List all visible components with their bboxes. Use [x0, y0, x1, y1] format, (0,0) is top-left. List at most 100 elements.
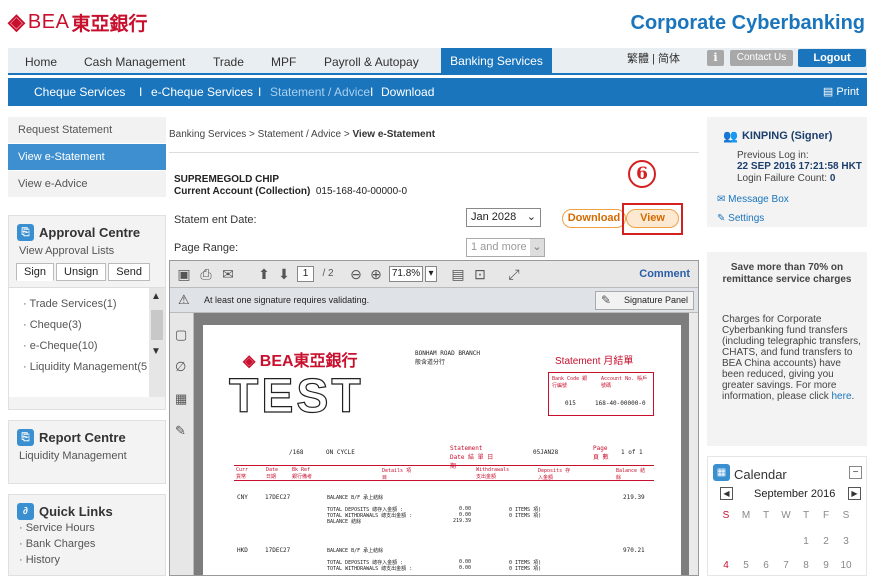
download-button[interactable]: Download [562, 209, 626, 228]
minimize-icon[interactable]: − [849, 466, 862, 479]
row-withdrawal: 219.39 [453, 518, 472, 524]
page-range-select[interactable]: 1 and more ⌄ [466, 238, 545, 257]
calendar-day[interactable]: 7 [777, 560, 795, 571]
account-number: 015-168-40-00000-0 [315, 186, 408, 197]
calendar-icon: ▦ [713, 464, 730, 481]
calendar-day[interactable]: 10 [837, 560, 855, 571]
previous-page-icon[interactable]: ⬆ [256, 266, 272, 282]
test-watermark: TEST [228, 369, 364, 423]
next-month-icon[interactable]: ▶ [848, 487, 861, 500]
nav-cash-management[interactable]: Cash Management [84, 55, 185, 69]
calendar-day[interactable]: 8 [797, 560, 815, 571]
tab-sign[interactable]: Sign [16, 263, 55, 281]
calendar-day[interactable]: 2 [817, 536, 835, 547]
subnav-statement-advice[interactable]: Statement / Advice [270, 85, 370, 99]
calendar-day[interactable]: 5 [737, 560, 755, 571]
list-item[interactable]: · Cheque(3) [9, 315, 165, 336]
row-detail: BALANCE 結餘 [327, 519, 362, 525]
settings-link[interactable]: ✎ Settings [717, 213, 764, 224]
login-failure-label: Login Failure Count: [737, 173, 828, 184]
attachment-icon[interactable]: ∅ [175, 359, 186, 375]
wrench-icon: ✎ [717, 213, 729, 224]
nav-payroll-autopay[interactable]: Payroll & Autopay [324, 55, 419, 69]
quick-link-history[interactable]: · History [9, 552, 165, 568]
print-icon[interactable]: ⎙ [198, 266, 214, 282]
comment-button[interactable]: Comment [639, 268, 690, 280]
nav-mpf[interactable]: MPF [271, 55, 296, 69]
pdf-viewer[interactable]: ▣ ⎙ ✉ ⬆ ⬇ 1 / 2 ⊖ ⊕ 71.8% ▾ ▤ ⊡ ⤢ Commen… [169, 260, 699, 576]
message-box-link[interactable]: ✉ Message Box [717, 194, 789, 205]
quick-link-service-hours[interactable]: · Service Hours [9, 520, 165, 536]
page-range-label: Page Range: [174, 242, 239, 254]
leftnav-request-statement[interactable]: Request Statement [8, 117, 166, 144]
page-number-input[interactable]: 1 [297, 266, 314, 282]
print-link[interactable]: ▤ Print [823, 85, 859, 98]
leftnav-view-e-statement[interactable]: View e-Statement [8, 144, 166, 171]
pdf-page: ◈ BEA東亞銀行 TEST BONHAM ROAD BRANCH 般含道分行 … [203, 325, 681, 575]
fullscreen-icon[interactable]: ⤢ [506, 266, 522, 282]
statement-date-select[interactable]: Jan 2028 ⌄ [466, 208, 541, 227]
logout-button[interactable]: Logout [798, 49, 866, 67]
pages-icon[interactable]: ▢ [175, 327, 187, 343]
leftnav-view-e-advice[interactable]: View e-Advice [8, 171, 166, 198]
account-type: Current Account (Collection) [174, 186, 311, 197]
calendar-day[interactable]: 9 [817, 560, 835, 571]
calendar-day[interactable]: 3 [837, 536, 855, 547]
calendar-day[interactable]: 4 [717, 560, 735, 571]
quick-link-bank-charges[interactable]: · Bank Charges [9, 536, 165, 552]
nav-banking-services[interactable]: Banking Services [441, 48, 552, 75]
chevron-down-icon: ⌄ [526, 211, 536, 223]
zoom-dropdown-icon[interactable]: ▾ [425, 266, 437, 282]
promo-here-link[interactable]: here [832, 391, 852, 402]
subnav-cheque-services[interactable]: Cheque Services [34, 85, 125, 99]
quick-links-title: Quick Links [39, 504, 113, 519]
zoom-out-icon[interactable]: ⊖ [348, 266, 364, 282]
calendar-day[interactable]: 1 [797, 536, 815, 547]
nav-home[interactable]: Home [25, 55, 57, 69]
signatures-icon[interactable]: ✎ [175, 423, 186, 439]
scroll-up-icon[interactable]: ▲ [151, 291, 161, 302]
language-switch[interactable]: 繁體 | 简体 [627, 50, 680, 66]
signature-panel-button[interactable]: ✎ Signature Panel [595, 291, 694, 310]
sub-navigation: Cheque Services I e-Cheque Services I St… [8, 78, 867, 106]
user-icon: 👥 [723, 129, 738, 143]
tab-unsign[interactable]: Unsign [56, 263, 107, 281]
scroll-thumb[interactable] [151, 310, 163, 340]
nav-trade[interactable]: Trade [213, 55, 244, 69]
zoom-input[interactable]: 71.8% [389, 266, 423, 282]
info-icon[interactable]: i [707, 50, 724, 66]
email-icon[interactable]: ✉ [220, 266, 236, 282]
bea-logo-mark-icon: ◈ [8, 9, 25, 34]
previous-month-icon[interactable]: ◀ [720, 487, 733, 500]
tab-send[interactable]: Send [108, 263, 150, 281]
subnav-e-cheque-services[interactable]: e-Cheque Services [151, 85, 253, 99]
page-total: / 2 [322, 268, 334, 279]
layers-icon[interactable]: ▦ [175, 391, 187, 407]
approval-list-scrollbar[interactable]: ▲ ▼ [149, 288, 165, 397]
bea-logo-text: BEA [27, 10, 70, 33]
row-currency: HKD [237, 547, 248, 554]
next-page-icon[interactable]: ⬇ [276, 266, 292, 282]
calendar-day[interactable]: 6 [757, 560, 775, 571]
liquidity-management-link[interactable]: Liquidity Management [9, 446, 165, 462]
zoom-in-icon[interactable]: ⊕ [368, 266, 384, 282]
fit-page-icon[interactable]: ▤ [450, 266, 466, 282]
fit-width-icon[interactable]: ⊡ [472, 266, 488, 282]
view-approval-lists-link[interactable]: View Approval Lists [9, 241, 165, 257]
pdf-vertical-scrollbar[interactable] [689, 313, 698, 575]
list-item[interactable]: · e-Cheque(10) [9, 336, 165, 357]
column-header: Balance 結 餘 [616, 468, 646, 481]
contact-us-button[interactable]: Contact Us [730, 50, 793, 66]
bea-logo[interactable]: ◈ BEA 東亞銀行 [8, 8, 147, 36]
save-icon[interactable]: ▣ [176, 266, 192, 282]
row-detail: TOTAL WITHDRAWALS 總支出金額 : [327, 566, 413, 572]
printer-icon: ▤ [822, 86, 837, 98]
user-name-label: KINPING (Signer) [741, 130, 833, 142]
branch-name-chinese: 般含道分行 [415, 359, 446, 366]
row-date: 17DEC27 [265, 494, 291, 501]
approval-centre-panel: ⎘ Approval Centre View Approval Lists Sig… [8, 215, 166, 410]
subnav-download[interactable]: Download [381, 85, 434, 99]
list-item[interactable]: · Trade Services(1) [9, 294, 165, 315]
list-item[interactable]: · Liquidity Management(5 [9, 357, 165, 378]
scroll-down-icon[interactable]: ▼ [151, 346, 161, 357]
